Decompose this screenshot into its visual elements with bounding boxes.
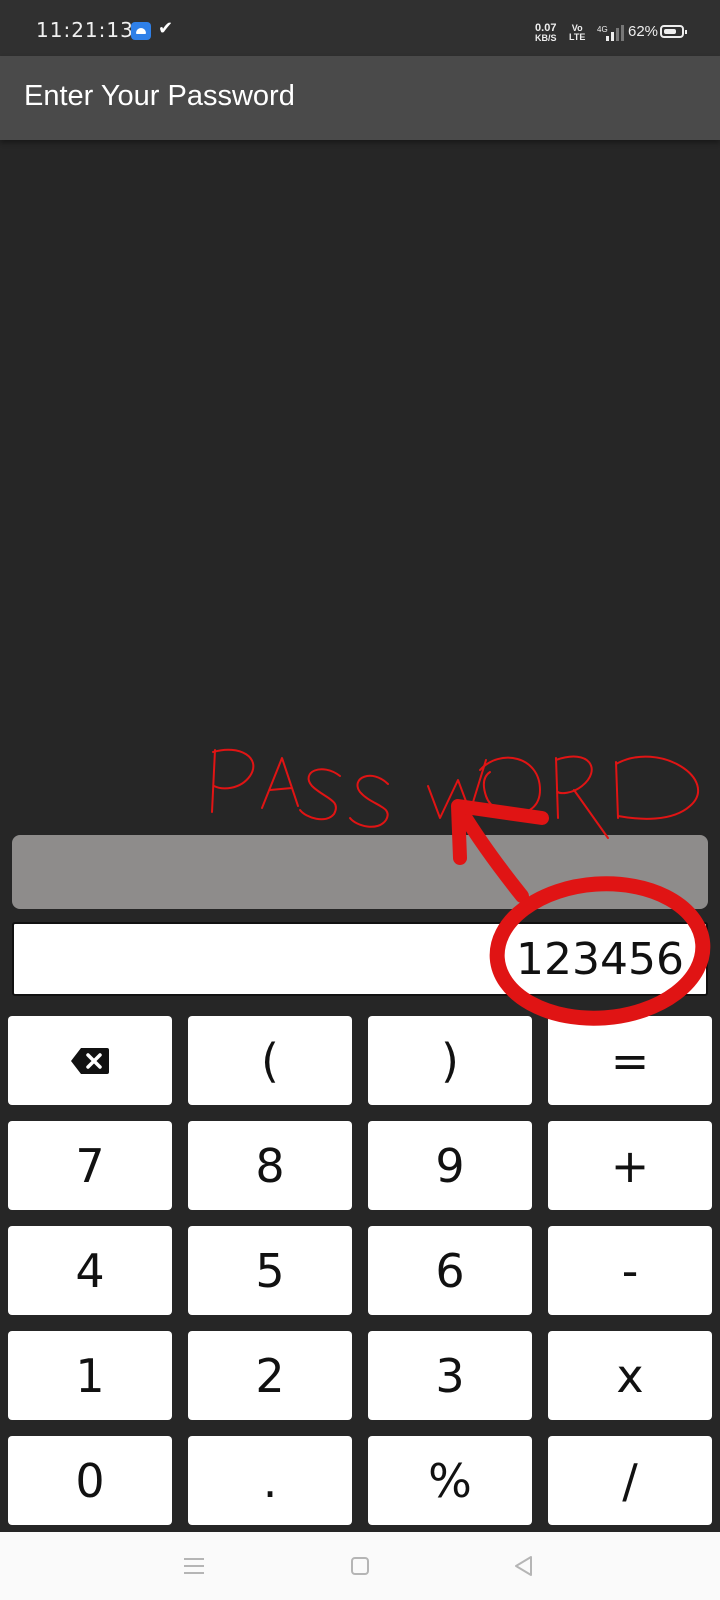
digit-5-key[interactable]: 5 xyxy=(188,1226,352,1315)
volte-bottom: LTE xyxy=(569,32,586,42)
status-time: 11:21:13 xyxy=(36,18,134,42)
digit-2-key[interactable]: 2 xyxy=(188,1331,352,1420)
app-notification-icon xyxy=(131,22,151,40)
plus-key[interactable]: + xyxy=(548,1121,712,1210)
equals-key[interactable]: = xyxy=(548,1016,712,1105)
checkmark-notification-icon: ✔ xyxy=(158,18,174,38)
password-input-field[interactable]: 123456 xyxy=(12,922,708,996)
digit-3-key[interactable]: 3 xyxy=(368,1331,532,1420)
menu-icon[interactable] xyxy=(180,1552,208,1580)
battery-icon xyxy=(660,25,687,38)
digit-0-key[interactable]: 0 xyxy=(8,1436,172,1525)
network-speed: 0.07 KB/S xyxy=(535,22,557,44)
back-icon[interactable] xyxy=(510,1552,538,1580)
handwritten-password-scrawl xyxy=(211,748,699,839)
digit-4-key[interactable]: 4 xyxy=(8,1226,172,1315)
network-speed-unit: KB/S xyxy=(535,33,557,43)
keypad: ( ) = 7 8 9 + 4 5 6 - 1 2 3 x 0 . % / xyxy=(8,1016,712,1528)
open-paren-key[interactable]: ( xyxy=(188,1016,352,1105)
network-type-label: 4G xyxy=(597,25,608,34)
percent-key[interactable]: % xyxy=(368,1436,532,1525)
decimal-key[interactable]: . xyxy=(188,1436,352,1525)
home-icon[interactable] xyxy=(346,1552,374,1580)
digit-6-key[interactable]: 6 xyxy=(368,1226,532,1315)
input-value: 123456 xyxy=(516,934,684,985)
digit-9-key[interactable]: 9 xyxy=(368,1121,532,1210)
backspace-icon xyxy=(71,1047,109,1074)
close-paren-key[interactable]: ) xyxy=(368,1016,532,1105)
divide-key[interactable]: / xyxy=(548,1436,712,1525)
navigation-bar xyxy=(0,1532,720,1600)
minus-key[interactable]: - xyxy=(548,1226,712,1315)
digit-1-key[interactable]: 1 xyxy=(8,1331,172,1420)
page-title: Enter Your Password xyxy=(24,80,295,112)
digit-8-key[interactable]: 8 xyxy=(188,1121,352,1210)
app-bar: Enter Your Password xyxy=(0,56,720,140)
status-bar: 11:21:13 ✔ 0.07 KB/S Vo LTE 4G 62% xyxy=(0,0,720,56)
battery-percent: 62% xyxy=(628,23,659,40)
network-speed-value: 0.07 xyxy=(535,22,557,34)
digit-7-key[interactable]: 7 xyxy=(8,1121,172,1210)
volte-indicator: Vo LTE xyxy=(569,24,585,42)
signal-strength-icon: 4G xyxy=(597,25,624,41)
backspace-key[interactable] xyxy=(8,1016,172,1105)
multiply-key[interactable]: x xyxy=(548,1331,712,1420)
result-display xyxy=(12,835,708,909)
